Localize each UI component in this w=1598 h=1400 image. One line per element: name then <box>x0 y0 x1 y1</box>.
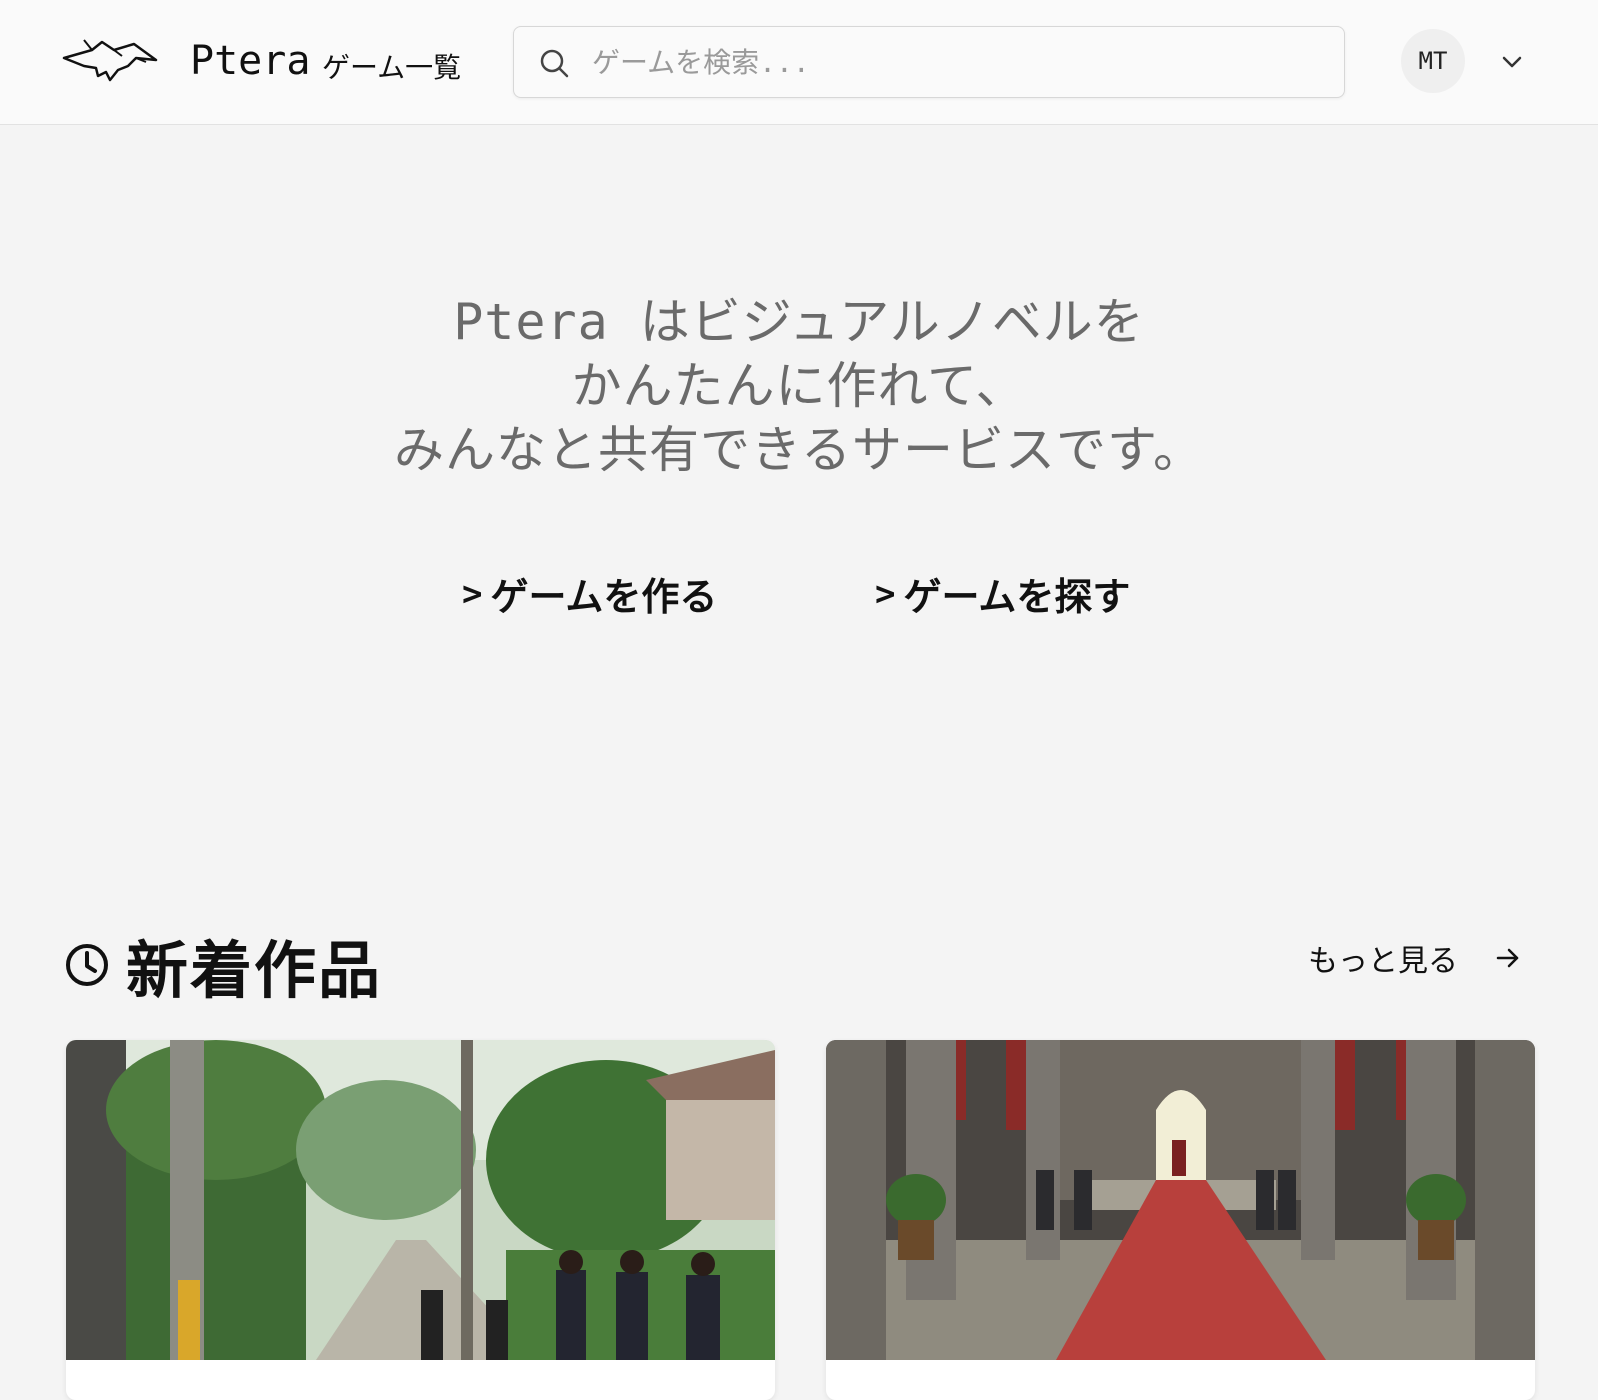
see-more-link[interactable]: もっと見る <box>1308 936 1522 980</box>
arrow-right-icon <box>1496 948 1519 968</box>
hero-line-3: みんなと共有できるサービスです。 <box>394 421 1204 479</box>
avatar-initials: MT <box>1418 47 1448 75</box>
hero-line-1: Ptera はビジュアルノベルを <box>453 293 1145 351</box>
new-works-heading: 新着作品 <box>64 920 382 1010</box>
create-game-button[interactable]: > ゲームを作る <box>462 566 717 621</box>
search-icon <box>540 49 569 78</box>
throne-hall-knights-thumbnail <box>826 1040 1535 1360</box>
nav-games-link[interactable]: ゲーム一覧 <box>322 46 461 86</box>
search-box[interactable] <box>513 26 1345 98</box>
brand-name[interactable]: Ptera <box>190 38 310 84</box>
search-input[interactable] <box>592 39 1312 85</box>
game-card[interactable] <box>826 1040 1535 1400</box>
caret-right-icon: > <box>462 573 483 614</box>
create-game-label: ゲームを作る <box>490 575 718 619</box>
clock-icon <box>66 944 108 986</box>
avatar[interactable]: MT <box>1401 29 1465 93</box>
game-card[interactable] <box>66 1040 775 1400</box>
chevron-down-icon[interactable] <box>1498 48 1526 76</box>
explore-games-label: ゲームを探す <box>903 575 1131 619</box>
suburban-street-students-thumbnail <box>66 1040 775 1360</box>
site-header: Ptera ゲーム一覧 MT <box>0 0 1598 125</box>
section-title: 新着作品 <box>126 934 383 1007</box>
hero-tagline: Ptera はビジュアルノベルを かんたんに作れて、 みんなと共有できるサービス… <box>0 290 1598 482</box>
explore-games-button[interactable]: > ゲームを探す <box>875 566 1130 621</box>
pterodactyl-logo-icon[interactable] <box>62 36 160 86</box>
hero-line-2: かんたんに作れて、 <box>571 357 1027 415</box>
see-more-label: もっと見る <box>1308 944 1458 979</box>
caret-right-icon: > <box>875 573 896 614</box>
